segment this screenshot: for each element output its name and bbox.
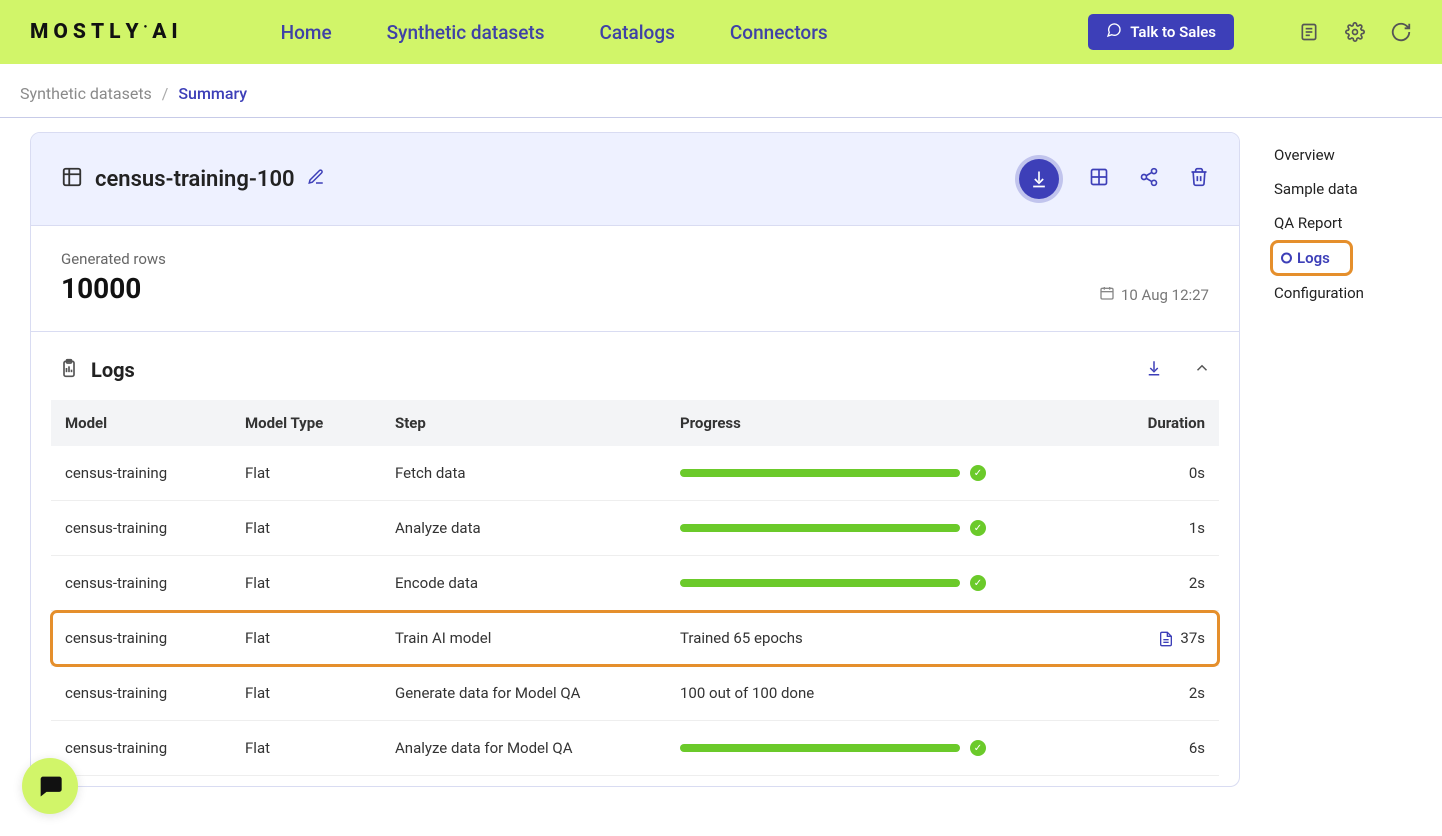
clipboard-icon: [59, 358, 79, 382]
cell-model: census-training: [51, 501, 231, 556]
check-icon: ✓: [970, 465, 986, 481]
logs-card: Logs Model Model Type Step: [30, 332, 1240, 787]
cell-step: Encode data: [381, 556, 666, 611]
cell-model: census-training: [51, 721, 231, 776]
delete-icon[interactable]: [1189, 167, 1209, 191]
col-model-type: Model Type: [231, 400, 381, 446]
columns-icon[interactable]: [1089, 167, 1109, 191]
cell-progress: Trained 65 epochs: [666, 611, 1109, 666]
talk-to-sales-button[interactable]: Talk to Sales: [1088, 14, 1234, 50]
col-duration: Duration: [1109, 400, 1219, 446]
chat-icon: [1106, 22, 1122, 42]
check-icon: ✓: [970, 740, 986, 756]
cell-progress: 100 out of 100 done: [666, 666, 1109, 721]
cell-model-type: Flat: [231, 556, 381, 611]
settings-icon[interactable]: [1344, 21, 1366, 43]
progress-bar: [680, 469, 960, 477]
cell-step: Train AI model: [381, 611, 666, 666]
timestamp-text: 10 Aug 12:27: [1121, 286, 1209, 304]
brand-logo[interactable]: MOSTLY●AI: [30, 20, 181, 44]
cell-step: Generate data for Model QA: [381, 666, 666, 721]
sidenav-item-overview[interactable]: Overview: [1270, 138, 1428, 172]
cell-model-type: Flat: [231, 721, 381, 776]
table-row[interactable]: census-trainingFlatFetch data ✓ 0s: [51, 446, 1219, 501]
cell-model-type: Flat: [231, 446, 381, 501]
edit-icon[interactable]: [307, 168, 325, 190]
logs-table: Model Model Type Step Progress Duration …: [51, 400, 1219, 776]
cell-step: Fetch data: [381, 446, 666, 501]
nav-catalogs[interactable]: Catalogs: [600, 21, 675, 44]
breadcrumb-current: Summary: [178, 84, 247, 103]
progress-bar: [680, 744, 960, 752]
generated-rows-value: 10000: [61, 272, 166, 305]
cell-duration: 1s: [1109, 501, 1219, 556]
cell-duration: 6s: [1109, 721, 1219, 776]
cell-model: census-training: [51, 666, 231, 721]
cell-duration: 0s: [1109, 446, 1219, 501]
sidenav-item-qa-report[interactable]: QA Report: [1270, 206, 1428, 240]
logs-title: Logs: [91, 358, 135, 382]
collapse-icon[interactable]: [1193, 359, 1211, 381]
check-icon: ✓: [970, 520, 986, 536]
nav-links: Home Synthetic datasets Catalogs Connect…: [281, 21, 1049, 44]
col-model: Model: [51, 400, 231, 446]
nav-synthetic-datasets[interactable]: Synthetic datasets: [387, 21, 545, 44]
sidenav-item-logs[interactable]: Logs: [1270, 240, 1353, 276]
cell-model: census-training: [51, 446, 231, 501]
breadcrumb: Synthetic datasets / Summary: [0, 64, 1442, 118]
refresh-icon[interactable]: [1390, 21, 1412, 43]
cell-progress: ✓: [666, 556, 1109, 611]
chat-fab[interactable]: [22, 758, 78, 814]
breadcrumb-separator: /: [162, 84, 169, 103]
calendar-icon: [1099, 285, 1115, 305]
cell-model: census-training: [51, 611, 231, 666]
cell-duration: 2s: [1109, 556, 1219, 611]
dataset-header-card: census-training-100: [30, 132, 1240, 332]
timestamp: 10 Aug 12:27: [1099, 285, 1209, 305]
cell-model-type: Flat: [231, 611, 381, 666]
sidenav-item-sample-data[interactable]: Sample data: [1270, 172, 1428, 206]
table-row[interactable]: census-trainingFlatAnalyze data for Mode…: [51, 721, 1219, 776]
dataset-title: census-training-100: [95, 167, 295, 192]
progress-bar: [680, 579, 960, 587]
col-progress: Progress: [666, 400, 1109, 446]
top-icons: [1298, 21, 1412, 43]
cell-progress: ✓: [666, 721, 1109, 776]
table-row[interactable]: census-trainingFlatTrain AI modelTrained…: [51, 611, 1219, 666]
side-nav: OverviewSample dataQA ReportLogsConfigur…: [1270, 132, 1428, 787]
cell-duration: 37s: [1109, 611, 1219, 666]
table-row[interactable]: census-trainingFlatGenerate data for Mod…: [51, 666, 1219, 721]
cell-model-type: Flat: [231, 666, 381, 721]
table-row[interactable]: census-trainingFlatEncode data ✓ 2s: [51, 556, 1219, 611]
check-icon: ✓: [970, 575, 986, 591]
download-logs-icon[interactable]: [1145, 359, 1163, 381]
breadcrumb-root[interactable]: Synthetic datasets: [20, 84, 152, 103]
nav-connectors[interactable]: Connectors: [730, 21, 828, 44]
cell-model: census-training: [51, 556, 231, 611]
sidenav-item-configuration[interactable]: Configuration: [1270, 276, 1428, 310]
cell-step: Analyze data for Model QA: [381, 721, 666, 776]
table-row[interactable]: census-trainingFlatAnalyze data ✓ 1s: [51, 501, 1219, 556]
share-icon[interactable]: [1139, 167, 1159, 191]
topbar: MOSTLY●AI Home Synthetic datasets Catalo…: [0, 0, 1442, 64]
cell-progress: ✓: [666, 501, 1109, 556]
table-icon: [61, 166, 83, 192]
progress-bar: [680, 524, 960, 532]
cell-model-type: Flat: [231, 501, 381, 556]
cell-duration: 2s: [1109, 666, 1219, 721]
nav-home[interactable]: Home: [281, 21, 332, 44]
col-step: Step: [381, 400, 666, 446]
cell-step: Analyze data: [381, 501, 666, 556]
generated-rows-label: Generated rows: [61, 250, 166, 268]
download-button[interactable]: [1019, 159, 1059, 199]
cell-progress: ✓: [666, 446, 1109, 501]
docs-icon[interactable]: [1298, 21, 1320, 43]
talk-to-sales-label: Talk to Sales: [1130, 23, 1216, 41]
file-icon[interactable]: [1158, 631, 1174, 647]
